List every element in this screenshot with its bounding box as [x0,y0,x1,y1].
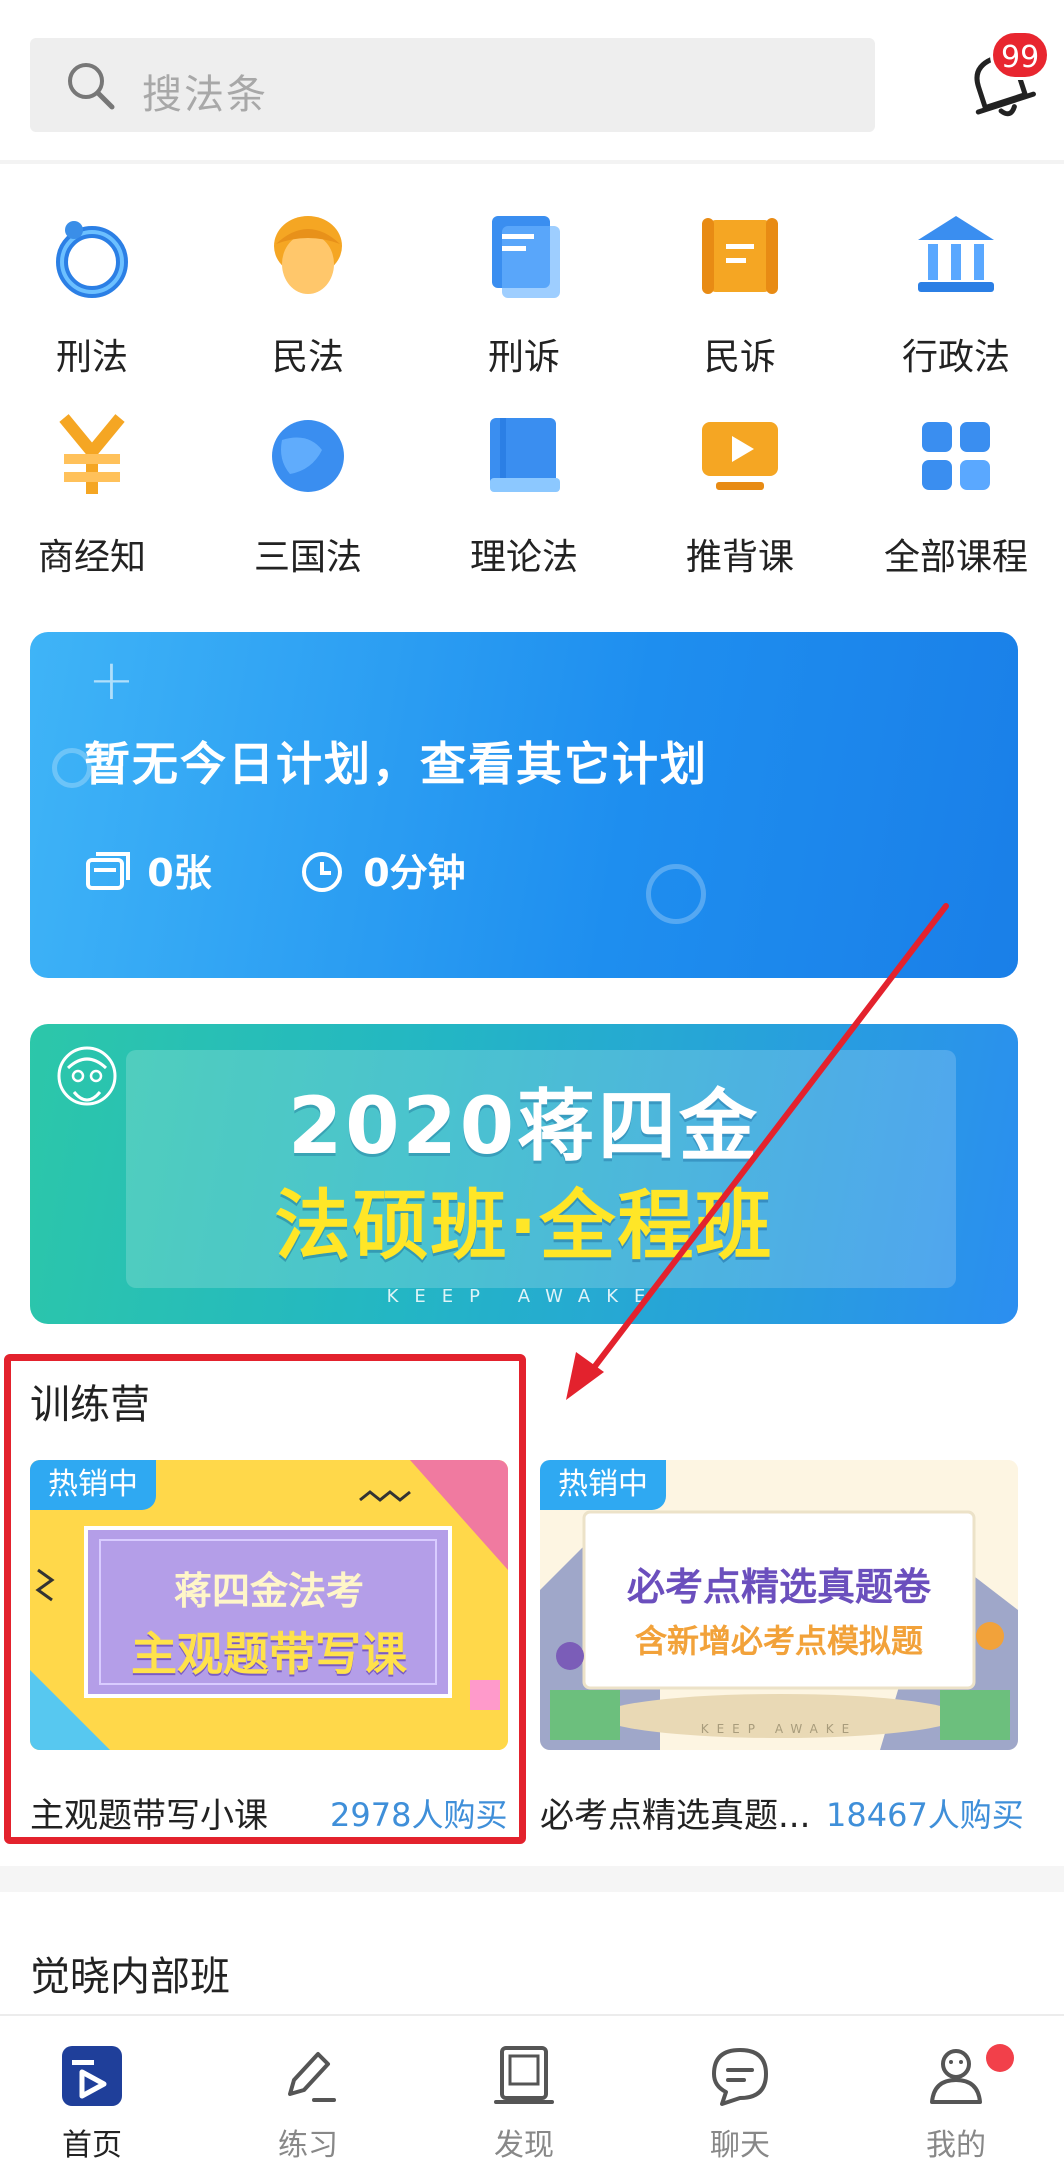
search-placeholder: 搜法条 [142,72,268,118]
category-label: 行政法 [901,337,1010,378]
globe-icon [272,420,344,492]
category-administrative-law[interactable]: 行政法 [856,210,1056,390]
banner-line-2: 法硕班·全程班 [274,1181,774,1270]
frame-icon [494,2046,554,2104]
internal-class-title: 觉晓内部班 [30,1954,230,2000]
notification-badge: 99 [990,30,1051,80]
video-icon [702,422,778,490]
study-plan-card[interactable]: + 暂无今日计划，查看其它计划 0张 0分钟 [30,632,1018,978]
home-play-icon [62,2046,122,2106]
tab-label: 练习 [278,2128,338,2163]
cards-icon [86,852,130,890]
category-label: 全部课程 [883,537,1028,578]
tab-discover[interactable]: 发现 [418,2016,630,2172]
card-2-image-line-1: 必考点精选真题卷 [626,1565,931,1609]
category-label: 三国法 [253,537,362,578]
tab-label: 发现 [494,2128,554,2163]
category-international-law[interactable]: 三国法 [208,410,408,590]
banner-line-1: 2020蒋四金 [287,1082,761,1172]
course-2-buyers: 18467人购买 [826,1796,1024,1834]
plan-title: 暂无今日计划，查看其它计划 [84,737,708,791]
person-icon [274,216,342,294]
category-criminal-procedure[interactable]: 刑诉 [424,210,624,390]
highlight-box [4,1354,526,1844]
category-civil-law[interactable]: 民法 [208,210,408,390]
section-gap [0,1866,1064,1892]
document-icon [492,216,560,298]
category-commercial-economic-law[interactable]: 商经知 [0,410,192,590]
category-criminal-law[interactable]: 刑法 [0,210,192,390]
category-label: 民法 [271,337,344,378]
profile-icon [930,2049,982,2104]
tab-chat[interactable]: 聊天 [634,2016,846,2172]
promo-banner[interactable]: 2020蒋四金 法硕班·全程班 KEEP AWAKE [30,1024,1018,1324]
card-2-image-tagline: KEEP AWAKE [700,1722,858,1736]
divider [0,160,1064,164]
category-label: 民诉 [703,337,776,378]
category-all-courses[interactable]: 全部课程 [856,410,1056,590]
category-civil-procedure[interactable]: 民诉 [640,210,840,390]
tab-label: 首页 [62,2128,122,2163]
category-label: 刑法 [55,337,128,378]
course-card-2[interactable]: 热销中 必考点精选真题卷 含新增必考点模拟题 KEEP AWAKE [540,1460,1018,1750]
minutes-count: 0分钟 [363,851,466,895]
tab-profile[interactable]: 我的 [850,2016,1062,2172]
pencil-icon [288,2052,336,2102]
decor-ring [646,864,706,924]
search-bar[interactable]: 搜法条 [30,38,875,132]
tab-home[interactable]: 首页 [0,2016,198,2172]
tab-label: 聊天 [710,2128,770,2163]
bottom-tab-bar: 首页 练习 发现 聊天 我的 [0,2014,1064,2172]
category-theory-law[interactable]: 理论法 [424,410,624,590]
grid-icon [922,422,990,490]
course-2-name[interactable]: 必考点精选真题... [540,1788,810,1837]
yuan-icon [59,414,125,494]
chat-icon [712,2048,768,2106]
scroll-icon [702,218,778,294]
book-icon [490,418,560,492]
hot-selling-tag: 热销中 [540,1460,666,1510]
cards-count: 0张 [147,851,212,895]
tab-label: 我的 [926,2128,986,2163]
profile-unread-dot [986,2044,1014,2072]
ring-icon [56,221,128,298]
building-icon [918,216,994,292]
tab-practice[interactable]: 练习 [202,2016,414,2172]
top-bar: 搜法条 99 [0,0,1064,160]
category-label: 刑诉 [487,337,560,378]
card-2-image-line-2: 含新增必考点模拟题 [634,1622,923,1660]
category-label: 推背课 [685,537,794,578]
category-label: 商经知 [37,537,146,578]
category-push-back-course[interactable]: 推背课 [640,410,840,590]
cards-stat: 0张 [84,842,212,897]
plus-icon: + [88,648,135,713]
search-icon [68,63,115,110]
banner-tagline: KEEP AWAKE [386,1286,662,1307]
category-label: 理论法 [469,537,578,578]
minutes-stat: 0分钟 [300,842,466,897]
clock-icon [302,852,342,892]
